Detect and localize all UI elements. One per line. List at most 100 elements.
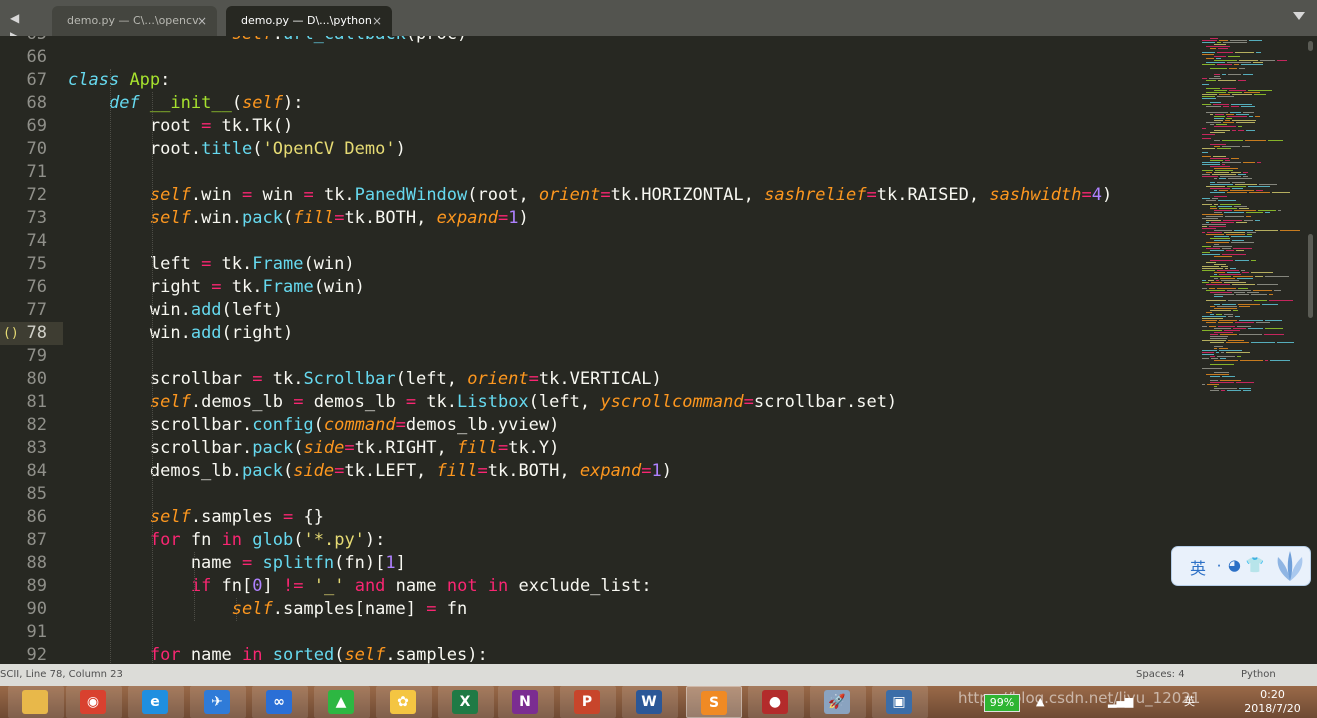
minimap-line bbox=[1210, 376, 1220, 377]
taskbar-button-sublime[interactable]: S bbox=[686, 686, 742, 718]
code-line[interactable]: 65 self.url_callback(proc) bbox=[0, 36, 1200, 46]
minimap-line bbox=[1233, 310, 1238, 311]
code-line[interactable]: 66 bbox=[0, 46, 1200, 69]
tab-demo-python[interactable]: demo.py — D\...\python × bbox=[226, 6, 392, 36]
code-line[interactable]: 85 bbox=[0, 483, 1200, 506]
battery-icon[interactable]: 99% bbox=[984, 694, 1020, 712]
close-icon[interactable]: × bbox=[197, 6, 207, 36]
minimap-line bbox=[1224, 330, 1240, 331]
minimap-line bbox=[1232, 188, 1243, 189]
taskbar-button-evernote[interactable]: ▲ bbox=[314, 686, 370, 718]
minimap-line bbox=[1254, 300, 1267, 301]
code-line[interactable]: 83 scrollbar.pack(side=tk.RIGHT, fill=tk… bbox=[0, 437, 1200, 460]
code-line[interactable]: 69 root = tk.Tk() bbox=[0, 115, 1200, 138]
code-line[interactable]: 89 if fn[0] != '_' and name not in exclu… bbox=[0, 575, 1200, 598]
minimap-line bbox=[1251, 342, 1275, 343]
code-line[interactable]: 76 right = tk.Frame(win) bbox=[0, 276, 1200, 299]
taskbar-button-ie[interactable]: e bbox=[128, 686, 184, 718]
line-code: if fn[0] != '_' and name not in exclude_… bbox=[190, 576, 652, 596]
code-line[interactable]: 86 self.samples = {} bbox=[0, 506, 1200, 529]
minimap-line bbox=[1219, 320, 1237, 321]
code-line[interactable]: 92 for name in sorted(self.samples): bbox=[0, 644, 1200, 664]
minimap-line bbox=[1210, 192, 1225, 193]
code-line[interactable]: 82 scrollbar.config(command=demos_lb.yvi… bbox=[0, 414, 1200, 437]
taskbar-button-baidu-netdisk[interactable]: ∞ bbox=[252, 686, 308, 718]
taskbar-button-powerpoint[interactable]: P bbox=[560, 686, 616, 718]
taskbar-button-excel[interactable]: X bbox=[438, 686, 494, 718]
scrollbar-thumb[interactable] bbox=[1308, 234, 1313, 318]
tray-arrow-up-icon[interactable]: ▲ bbox=[1036, 694, 1044, 710]
minimap-line bbox=[1209, 288, 1215, 289]
code-line[interactable]: 70 root.title('OpenCV Demo') bbox=[0, 138, 1200, 161]
scrollbar-top-thumb[interactable] bbox=[1308, 41, 1313, 51]
ime-toolbar[interactable]: 英 ۰ ◕ 👕 bbox=[1171, 546, 1311, 586]
status-syntax[interactable]: Python bbox=[1241, 664, 1276, 686]
minimap-line bbox=[1214, 346, 1223, 347]
minimap-line bbox=[1206, 242, 1229, 243]
taskbar-button-sticky[interactable]: ✿ bbox=[376, 686, 432, 718]
code-line[interactable]: 73 self.win.pack(fill=tk.BOTH, expand=1) bbox=[0, 207, 1200, 230]
minimap-line bbox=[1272, 192, 1290, 193]
minimap-line bbox=[1247, 292, 1259, 293]
ime-language-indicator[interactable]: 英 bbox=[1184, 694, 1195, 710]
taskbar-button-chrome[interactable]: ◉ bbox=[66, 686, 122, 718]
taskbar-button-feishu[interactable]: ✈ bbox=[190, 686, 246, 718]
minimap-line bbox=[1213, 246, 1232, 247]
tab-nav-arrows[interactable]: ◀ ▶ bbox=[10, 9, 38, 43]
tab-demo-opencv[interactable]: demo.py — C\...\opencv × bbox=[52, 6, 217, 36]
status-position[interactable]: SCII, Line 78, Column 23 bbox=[0, 664, 123, 686]
minimap-line bbox=[1202, 138, 1211, 139]
minimap-line bbox=[1202, 198, 1210, 199]
line-number: 79 bbox=[26, 346, 47, 366]
code-line[interactable]: 91 bbox=[0, 621, 1200, 644]
line-number: 89 bbox=[26, 576, 47, 596]
line-number: 74 bbox=[26, 231, 47, 251]
code-line[interactable]: 67 class App: bbox=[0, 69, 1200, 92]
code-line[interactable]: 79 bbox=[0, 345, 1200, 368]
minimap-line bbox=[1225, 160, 1230, 161]
status-indentation[interactable]: Spaces: 4 bbox=[1136, 664, 1185, 686]
tab-menu-chevron-down-icon[interactable] bbox=[1293, 12, 1305, 20]
code-line[interactable]: 78 win.add(right) bbox=[0, 322, 1200, 345]
taskbar-button-python-terminal[interactable]: ▣ bbox=[872, 686, 928, 718]
ime-tool-icons[interactable]: ۰ ◕ 👕 bbox=[1215, 556, 1264, 574]
code-line[interactable]: 88 name = splitfn(fn)[1] bbox=[0, 552, 1200, 575]
taskbar-button-photo-app[interactable]: ● bbox=[748, 686, 804, 718]
minimap-line bbox=[1210, 124, 1214, 125]
close-icon[interactable]: × bbox=[372, 6, 382, 36]
code-line[interactable]: 84 demos_lb.pack(side=tk.LEFT, fill=tk.B… bbox=[0, 460, 1200, 483]
code-line[interactable]: 74 bbox=[0, 230, 1200, 253]
code-line[interactable]: 71 bbox=[0, 161, 1200, 184]
taskbar-button-python-launcher[interactable]: 🚀 bbox=[810, 686, 866, 718]
code-line[interactable]: 81 self.demos_lb = demos_lb = tk.Listbox… bbox=[0, 391, 1200, 414]
minimap-line bbox=[1202, 218, 1218, 219]
code-line[interactable]: 80 scrollbar = tk.Scrollbar(left, orient… bbox=[0, 368, 1200, 391]
minimap-line bbox=[1208, 280, 1214, 281]
code-editor[interactable]: 65 self.url_callback(proc)6667class App:… bbox=[0, 36, 1200, 664]
minimap-line bbox=[1217, 182, 1230, 183]
minimap-line bbox=[1237, 278, 1253, 279]
minimap-line bbox=[1214, 172, 1229, 173]
taskbar-button-file-explorer[interactable] bbox=[8, 686, 64, 718]
minimap-line bbox=[1202, 340, 1226, 341]
code-line[interactable]: 72 self.win = win = tk.PanedWindow(root,… bbox=[0, 184, 1200, 207]
minimap-line bbox=[1216, 314, 1222, 315]
code-line[interactable]: 75 left = tk.Frame(win) bbox=[0, 253, 1200, 276]
code-line[interactable]: 87 for fn in glob('*.py'): bbox=[0, 529, 1200, 552]
minimap-line bbox=[1239, 320, 1263, 321]
code-line[interactable]: 77 win.add(left) bbox=[0, 299, 1200, 322]
code-line[interactable]: 90 self.samples[name] = fn bbox=[0, 598, 1200, 621]
taskbar-button-onenote[interactable]: N bbox=[498, 686, 554, 718]
clock[interactable]: 0:20 2018/7/20 bbox=[1228, 688, 1317, 716]
minimap-line bbox=[1255, 230, 1278, 231]
minimap-line bbox=[1239, 68, 1245, 69]
taskbar-button-word[interactable]: W bbox=[622, 686, 678, 718]
minimap-line bbox=[1206, 200, 1216, 201]
ime-language-toggle[interactable]: 英 bbox=[1190, 555, 1206, 579]
network-icon[interactable]: ▂▄▆ bbox=[1108, 694, 1133, 710]
minimap-line bbox=[1236, 250, 1244, 251]
line-code: right = tk.Frame(win) bbox=[68, 277, 365, 297]
code-line[interactable]: 68 def __init__(self): bbox=[0, 92, 1200, 115]
minimap-line bbox=[1241, 64, 1263, 65]
minimap-line bbox=[1237, 326, 1251, 327]
